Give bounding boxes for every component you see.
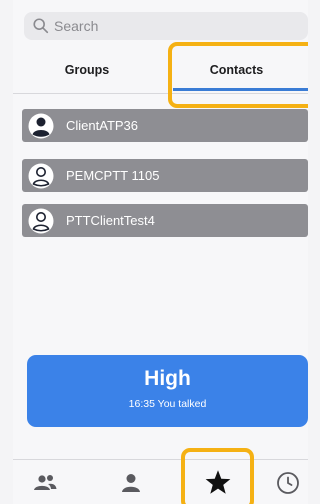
highlight-favorites-nav	[181, 448, 254, 504]
nav-recents[interactable]	[268, 460, 308, 504]
contact-row[interactable]: ClientATP36	[22, 109, 308, 142]
tab-groups[interactable]: Groups	[13, 50, 161, 90]
contact-name: PTTClientTest4	[66, 213, 155, 228]
ptt-priority-level: High	[144, 367, 191, 390]
app-screen: Search Groups Contacts ClientATP36 PEMCP…	[13, 0, 308, 504]
people-icon	[34, 474, 57, 490]
highlight-contacts-tab	[168, 42, 308, 108]
bottom-nav	[13, 459, 308, 504]
ptt-button[interactable]: High 16:35 You talked	[27, 355, 308, 427]
person-outline-icon	[28, 208, 54, 233]
contact-row[interactable]: PTTClientTest4	[22, 204, 308, 237]
search-bar[interactable]: Search	[24, 12, 308, 40]
search-placeholder: Search	[54, 18, 99, 34]
nav-groups[interactable]	[25, 460, 65, 504]
person-icon	[122, 473, 140, 492]
person-outline-icon	[28, 163, 54, 188]
contact-name: PEMCPTT 1105	[66, 168, 160, 183]
ptt-status: 16:35 You talked	[128, 398, 207, 410]
person-filled-icon	[28, 113, 54, 138]
clock-icon	[277, 471, 299, 494]
search-icon	[33, 18, 49, 34]
contact-name: ClientATP36	[66, 118, 139, 133]
contact-row[interactable]: PEMCPTT 1105	[22, 159, 308, 192]
nav-contacts[interactable]	[111, 460, 151, 504]
tab-groups-label: Groups	[64, 63, 110, 77]
